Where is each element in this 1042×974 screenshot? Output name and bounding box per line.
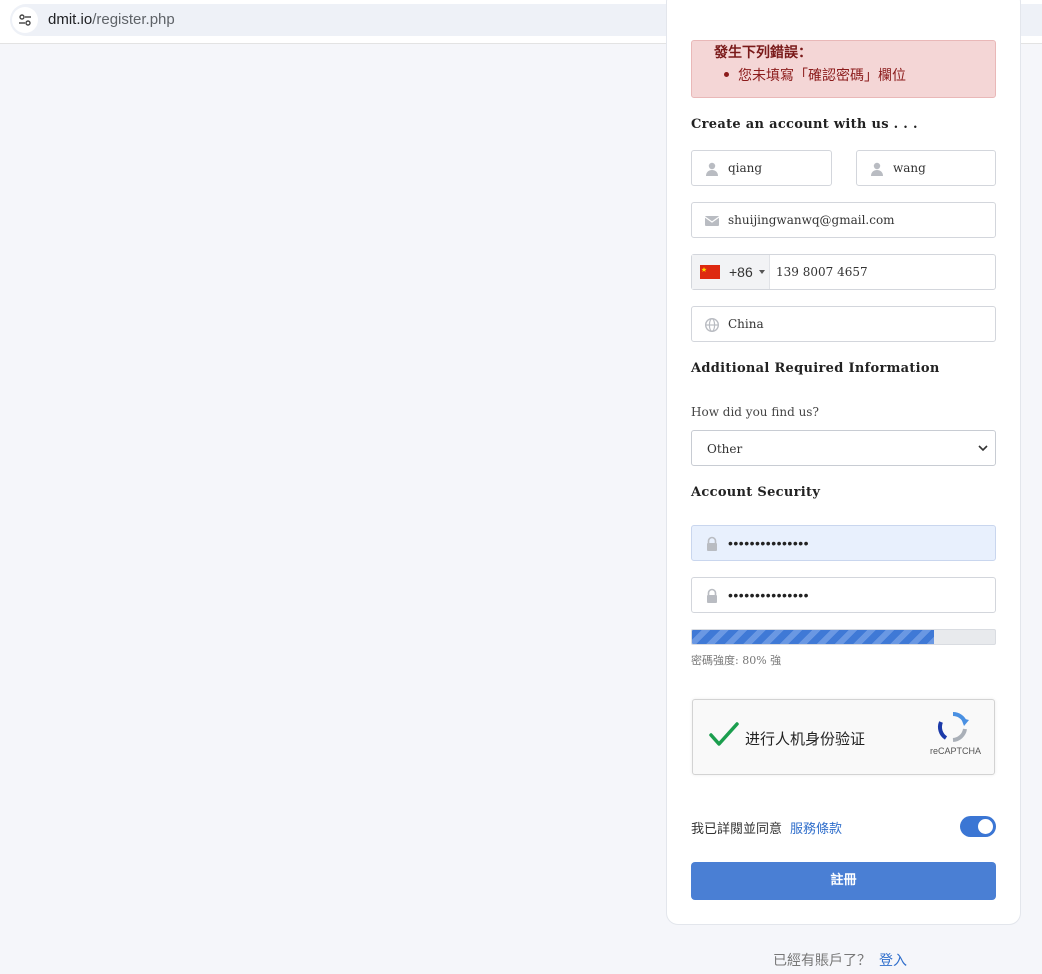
- terms-link[interactable]: 服務條款: [790, 821, 842, 836]
- globe-icon: [704, 317, 720, 333]
- recaptcha-text: 进行人机身份验证: [745, 731, 866, 748]
- login-prompt: 已經有賬戶了？ 登入: [773, 950, 907, 970]
- terms-text: 我已詳閱並同意: [691, 821, 783, 836]
- url-path: /register.php: [92, 11, 175, 28]
- phone-number-value: 139 8007 4657: [776, 265, 868, 279]
- chevron-down-icon: [759, 270, 765, 274]
- password-strength-text: 密碼強度: 80% 強: [691, 654, 782, 667]
- bullet-icon: [724, 72, 729, 77]
- site-info-icon[interactable]: [12, 7, 38, 33]
- chevron-down-icon: [978, 445, 988, 452]
- email-value: shuijingwanwq@gmail.com: [728, 213, 895, 227]
- lock-icon: [707, 536, 717, 551]
- checkmark-icon[interactable]: [709, 722, 739, 748]
- find-us-value: Other: [707, 442, 743, 456]
- url-host: dmit.io: [48, 11, 93, 28]
- alert-item: 您未填寫「確認密碼」欄位: [724, 65, 906, 85]
- toggle-knob: [978, 819, 993, 834]
- country-code: +86: [729, 264, 753, 280]
- find-us-select[interactable]: Other: [691, 430, 996, 466]
- login-prompt-text: 已經有賬戶了？: [773, 952, 871, 968]
- lock-icon: [707, 588, 717, 603]
- url-text[interactable]: dmit.io/register.php: [48, 11, 175, 28]
- create-account-title: Create an account with us . . .: [691, 117, 918, 132]
- last-name-field[interactable]: wang: [856, 150, 996, 186]
- error-alert: 發生下列錯誤： 您未填寫「確認密碼」欄位: [691, 40, 996, 98]
- additional-info-title: Additional Required Information: [691, 361, 940, 376]
- china-flag-icon: [700, 265, 720, 279]
- alert-item-text: 您未填寫「確認密碼」欄位: [738, 67, 906, 83]
- find-us-label: How did you find us?: [691, 405, 819, 419]
- recaptcha-brand: reCAPTCHA: [929, 746, 981, 756]
- first-name-field[interactable]: qiang: [691, 150, 832, 186]
- confirm-password-field[interactable]: •••••••••••••••: [691, 577, 996, 613]
- envelope-icon: [704, 216, 720, 226]
- terms-toggle[interactable]: [960, 816, 996, 837]
- terms-agreement: 我已詳閱並同意 服務條款: [691, 818, 842, 837]
- first-name-value: qiang: [728, 161, 763, 175]
- phone-field[interactable]: +86 139 8007 4657: [691, 254, 996, 290]
- user-icon: [871, 162, 883, 176]
- country-field[interactable]: China: [691, 306, 996, 342]
- email-field[interactable]: shuijingwanwq@gmail.com: [691, 202, 996, 238]
- password-strength-fill: [692, 630, 935, 644]
- country-code-dropdown[interactable]: +86: [692, 255, 770, 289]
- password-strength-bar: [691, 629, 996, 645]
- last-name-value: wang: [893, 161, 926, 175]
- login-link[interactable]: 登入: [879, 952, 907, 968]
- recaptcha-widget[interactable]: 进行人机身份验证 reCAPTCHA: [692, 699, 995, 775]
- register-button[interactable]: 註冊: [691, 862, 996, 900]
- country-value: China: [728, 317, 764, 331]
- account-security-title: Account Security: [691, 485, 821, 500]
- confirm-password-value: •••••••••••••••: [728, 587, 810, 603]
- recaptcha-logo-icon: [937, 712, 969, 742]
- alert-heading: 發生下列錯誤：: [714, 45, 812, 61]
- user-icon: [706, 162, 718, 176]
- password-field[interactable]: •••••••••••••••: [691, 525, 996, 561]
- password-value: •••••••••••••••: [728, 535, 810, 551]
